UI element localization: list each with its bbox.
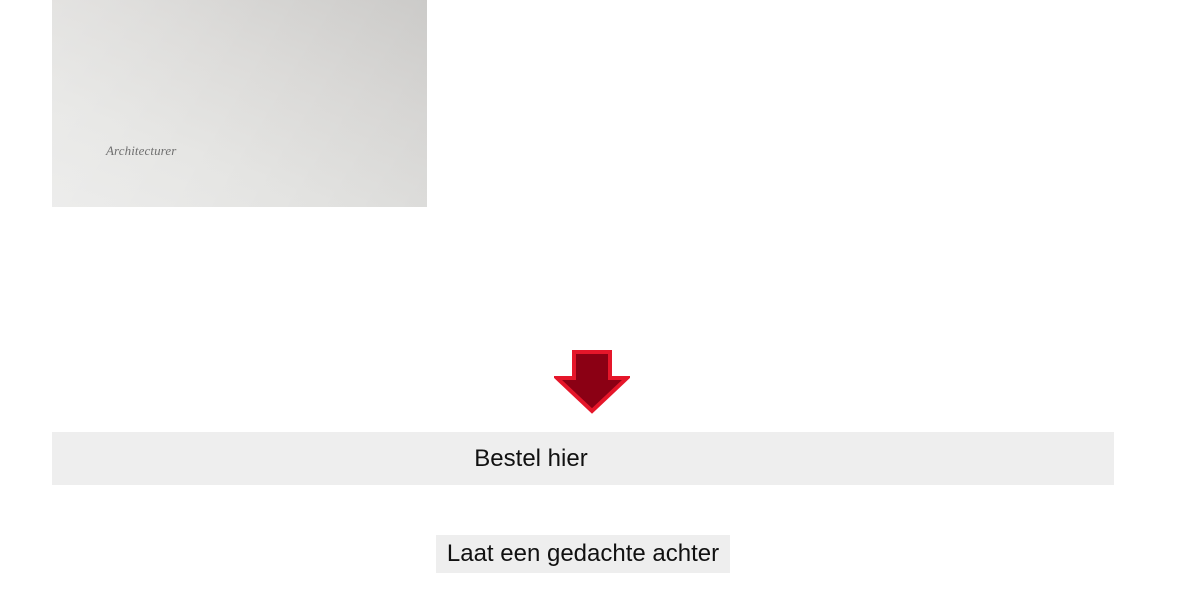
order-button[interactable]: Bestel hier bbox=[52, 432, 1114, 485]
order-button-label: Bestel hier bbox=[474, 444, 588, 472]
leave-comment-button[interactable]: Laat een gedachte achter bbox=[436, 535, 730, 573]
image-caption: Architecturer bbox=[106, 143, 177, 158]
image-sheen bbox=[52, 0, 427, 207]
page: Architecturer Bestel hier Laat een gedac… bbox=[0, 0, 1180, 594]
down-arrow-icon bbox=[554, 350, 630, 414]
product-image: Architecturer bbox=[52, 0, 427, 207]
